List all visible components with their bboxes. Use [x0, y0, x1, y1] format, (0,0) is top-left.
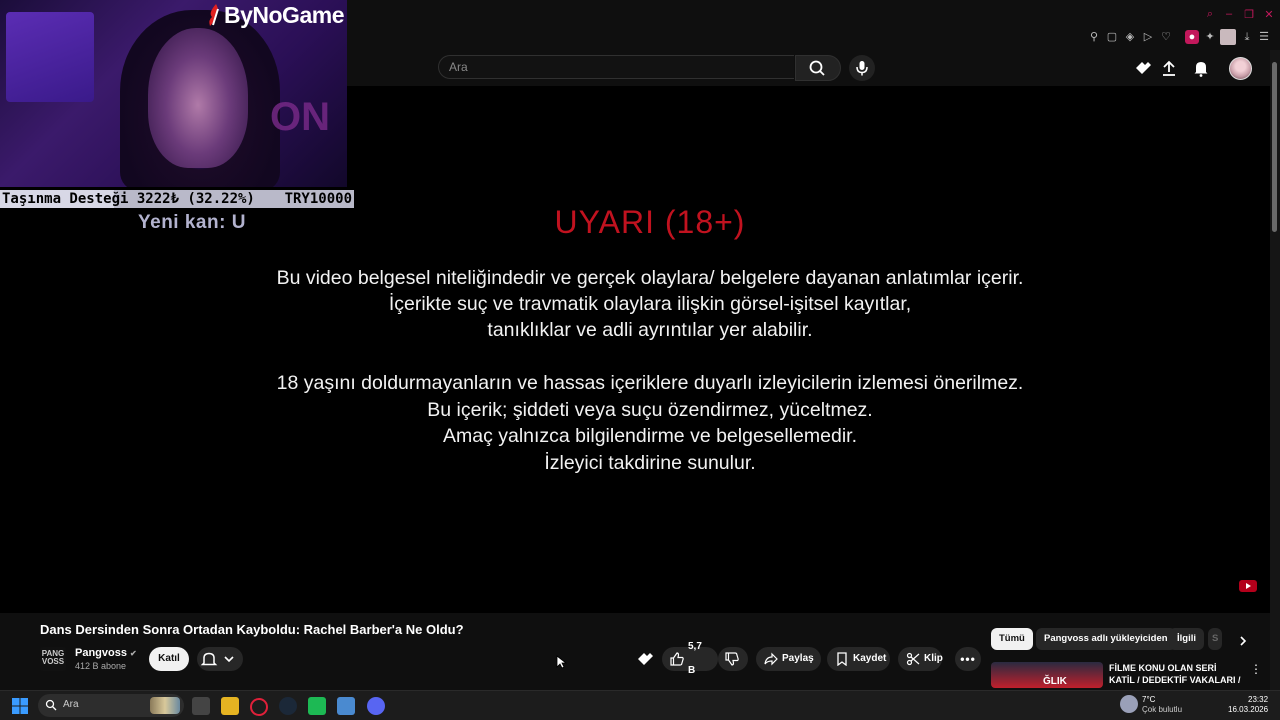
menu-icon[interactable]: ☰: [1257, 30, 1271, 44]
channel-name[interactable]: Pangvoss ✔: [75, 647, 137, 659]
scissors-icon: [906, 652, 920, 666]
dislike-button[interactable]: [718, 647, 748, 671]
chip-all[interactable]: Tümü: [991, 628, 1033, 650]
browser-search-icon[interactable]: ⌕: [1203, 8, 1217, 22]
clock-date[interactable]: 16.03.2026: [1228, 705, 1268, 714]
search-icon: [809, 60, 825, 76]
mouse-cursor-icon: [556, 655, 568, 669]
search-button[interactable]: [795, 55, 841, 81]
app-icon[interactable]: [308, 697, 326, 715]
shield-icon[interactable]: ◈: [1123, 30, 1137, 44]
puzzle-icon[interactable]: ✦: [1203, 30, 1217, 44]
youtube-logo-icon: [1239, 580, 1257, 592]
like-count: 5,7 B: [688, 641, 702, 676]
thumbs-down-icon: [725, 652, 739, 666]
warning-line: Bu video belgesel niteliğindedir ve gerç…: [276, 267, 1024, 289]
opera-gx-icon[interactable]: [250, 698, 268, 716]
channel-avatar[interactable]: PANG VOSS: [40, 647, 66, 671]
scroll-thumb[interactable]: [1272, 62, 1277, 232]
ask-ai-icon[interactable]: [636, 651, 654, 667]
flame-icon: [209, 4, 219, 26]
notifications-icon[interactable]: [1191, 59, 1211, 77]
play-icon[interactable]: ▷: [1141, 30, 1155, 44]
pin-icon[interactable]: ⚲: [1087, 30, 1101, 44]
page-scrollbar[interactable]: [1270, 50, 1280, 690]
windows-start-icon[interactable]: [12, 698, 28, 714]
file-explorer-icon[interactable]: [221, 697, 239, 715]
brand-name: ByNoGame: [224, 2, 344, 28]
weather-icon[interactable]: [1120, 695, 1138, 713]
maximize-icon[interactable]: ❐: [1242, 8, 1256, 22]
share-label: Paylaş: [782, 653, 814, 664]
chevron-right-icon[interactable]: [1236, 634, 1250, 648]
network-app-icon[interactable]: [337, 697, 355, 715]
donation-progress-bar: Taşınma Desteği 3222₺ (32.22%) TRY10000: [0, 190, 354, 208]
profile-icon[interactable]: [1220, 29, 1236, 45]
extension-icon[interactable]: ●: [1185, 30, 1199, 44]
recommended-thumbnail[interactable]: ĞLIK: [991, 662, 1103, 688]
thumbnail-text: ĞLIK: [1043, 676, 1067, 687]
save-label: Kaydet: [853, 653, 887, 664]
warning-line: Bu içerik; şiddeti veya suçu özendirmez,…: [427, 399, 873, 421]
microphone-icon: [856, 61, 868, 76]
heart-icon[interactable]: ♡: [1159, 30, 1173, 44]
create-icon[interactable]: [1133, 59, 1153, 77]
more-horizontal-icon: •••: [960, 652, 976, 666]
subscription-bell-button[interactable]: [197, 647, 243, 671]
new-follower-ticker: Yeni kan: U: [138, 212, 246, 233]
weather-description: Çok bulutlu: [1142, 705, 1183, 714]
upload-icon[interactable]: [1159, 59, 1179, 77]
discord-icon[interactable]: [367, 697, 385, 715]
warning-line: İzleyici takdirine sunulur.: [544, 452, 756, 474]
avatar[interactable]: [1229, 57, 1252, 80]
donation-label: Taşınma Desteği 3222₺ (32.22%): [2, 191, 255, 207]
close-icon[interactable]: ✕: [1262, 8, 1276, 22]
taskbar-search-label: Ara: [63, 699, 79, 710]
thumbs-up-icon: [670, 652, 684, 666]
steam-icon[interactable]: [279, 697, 297, 715]
chip-related[interactable]: İlgili: [1169, 628, 1204, 650]
search-icon: [45, 699, 57, 711]
channel-name-text[interactable]: Pangvoss: [75, 647, 127, 659]
warning-line: tanıklıklar ve adli ayrıntılar yer alabi…: [487, 319, 813, 341]
chip-from-uploader[interactable]: Pangvoss adlı yükleyiciden: [1036, 628, 1176, 650]
warning-line: Amaç yalnızca bilgilendirme ve belgesell…: [442, 425, 858, 447]
voice-search-button[interactable]: [849, 55, 875, 81]
download-icon[interactable]: ⤓: [1240, 30, 1254, 44]
search-input[interactable]: [438, 55, 794, 79]
verified-icon: ✔: [130, 649, 137, 658]
chip-more[interactable]: S: [1208, 628, 1222, 650]
taskbar-search[interactable]: Ara: [38, 694, 184, 717]
like-button[interactable]: 5,7 B: [662, 641, 718, 676]
background-poster: [6, 12, 94, 102]
more-vertical-icon[interactable]: ⋮: [1250, 662, 1262, 676]
bynogame-logo: ByNoGame: [204, 2, 344, 32]
webcam-face: [148, 28, 248, 168]
screenshot-icon[interactable]: ▢: [1105, 30, 1119, 44]
taskbar: Ara 7°C Çok bulutlu 23:32 16.03.2026: [0, 690, 1280, 720]
warning-line: İçerikte suç ve travmatik olaylara ilişk…: [388, 293, 912, 315]
recommended-title[interactable]: FİLME KONU OLAN SERİ KATİL / DEDEKTİF VA…: [1109, 662, 1244, 686]
task-view-icon[interactable]: [192, 697, 210, 715]
share-icon: [764, 652, 778, 666]
clip-button[interactable]: Klip: [898, 647, 943, 671]
share-button[interactable]: Paylaş: [756, 647, 821, 671]
join-button[interactable]: Katıl: [149, 647, 189, 671]
search-highlight-icon: [150, 697, 180, 714]
clip-label: Klip: [924, 653, 943, 664]
save-button[interactable]: Kaydet: [827, 647, 890, 671]
donation-goal: TRY10000: [284, 191, 352, 207]
warning-line: 18 yaşını doldurmayanların ve hassas içe…: [276, 372, 1024, 394]
subscriber-count: 412 B abone: [75, 661, 127, 671]
clock-time[interactable]: 23:32: [1248, 695, 1268, 704]
neon-sign: ON: [270, 95, 330, 139]
bookmark-icon: [837, 652, 847, 666]
video-title: Dans Dersinden Sonra Ortadan Kayboldu: R…: [40, 622, 464, 637]
more-actions-button[interactable]: •••: [955, 647, 981, 671]
bell-icon: [200, 652, 234, 666]
minimize-icon[interactable]: –: [1222, 8, 1236, 22]
weather-temperature: 7°C: [1142, 695, 1156, 704]
